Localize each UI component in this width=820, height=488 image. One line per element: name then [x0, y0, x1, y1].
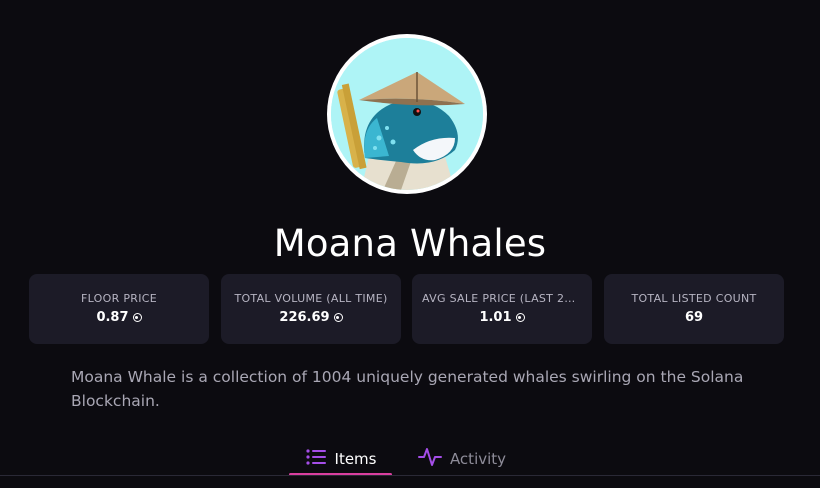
stat-value: 1.01 [412, 310, 592, 325]
tab-label: Activity [449, 449, 507, 468]
collection-avatar [327, 34, 487, 194]
collection-title: Moana Whales [273, 222, 547, 265]
tab-label: Items [334, 449, 377, 468]
activity-icon [417, 447, 442, 471]
solana-icon [515, 313, 525, 322]
stat-label: TOTAL VOLUME (ALL TIME) [234, 292, 388, 305]
stat-card-floor-price: FLOOR PRICE 0.87 [29, 274, 209, 344]
stat-card-avg-sale-price: AVG SALE PRICE (LAST 24H) 1.01 [412, 274, 592, 344]
stat-label: AVG SALE PRICE (LAST 24H) [422, 292, 582, 305]
stat-card-listed-count: TOTAL LISTED COUNT 69 [604, 274, 784, 344]
collection-description: Moana Whale is a collection of 1004 uniq… [71, 368, 744, 410]
solana-icon [333, 313, 343, 322]
stat-label: FLOOR PRICE [81, 292, 157, 305]
tab-bar: Items Activity [0, 440, 820, 488]
stat-value-text: 69 [684, 310, 704, 325]
stat-value-text: 1.01 [479, 310, 512, 325]
whale-avatar-image [331, 38, 483, 190]
stat-value: 69 [604, 310, 784, 325]
tab-items[interactable]: Items [289, 440, 392, 477]
solana-icon [132, 313, 142, 322]
stat-card-total-volume: TOTAL VOLUME (ALL TIME) 226.69 [221, 274, 401, 344]
stat-value-text: 0.87 [96, 310, 129, 325]
tab-activity[interactable]: Activity [412, 440, 512, 477]
stat-value: 226.69 [221, 310, 401, 325]
stat-value-text: 226.69 [279, 310, 330, 325]
list-icon [305, 448, 327, 470]
stat-label: TOTAL LISTED COUNT [631, 292, 757, 305]
stat-value: 0.87 [29, 310, 209, 325]
tab-divider [0, 475, 820, 476]
stats-row: FLOOR PRICE 0.87 TOTAL VOLUME (ALL TIME)… [29, 274, 784, 344]
